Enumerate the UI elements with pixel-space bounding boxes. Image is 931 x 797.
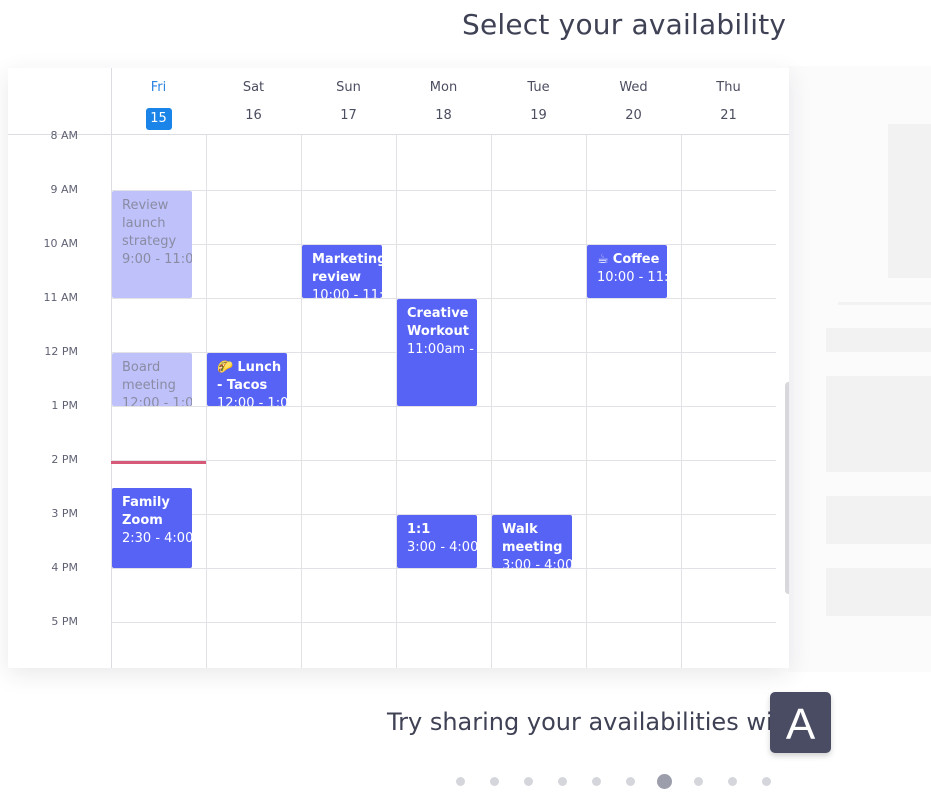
app-logo[interactable]: A bbox=[770, 692, 831, 753]
event-time: 10:00 - 11:00 bbox=[312, 288, 382, 298]
time-label: 5 PM bbox=[51, 615, 78, 628]
event-title: Creative Workout bbox=[407, 306, 469, 339]
today-badge: 15 bbox=[145, 108, 172, 130]
week-calendar: Fri 15 Sat 16 Sun 17 Mon 18 Tue 19 Wed 20 Thu 21 8 AM 9… bbox=[8, 68, 789, 668]
event-emoji-icon: ☕ bbox=[597, 252, 613, 267]
day-name: Fri bbox=[150, 80, 167, 95]
hour-gridline bbox=[111, 190, 776, 191]
event-time: 3:00 - 4:00 bbox=[407, 540, 477, 555]
day-number: 18 bbox=[435, 108, 452, 123]
current-time-indicator bbox=[111, 461, 206, 464]
pagination-dot[interactable] bbox=[489, 777, 499, 786]
event-title: 1:1 bbox=[407, 522, 431, 537]
event-time: 9:00 - 11:00 bbox=[122, 252, 192, 267]
day-column-divider bbox=[586, 134, 587, 668]
page-title: Select your availability bbox=[462, 8, 787, 41]
event-title: Marketing review bbox=[312, 252, 382, 285]
day-header-sat[interactable]: Sat 16 bbox=[206, 68, 301, 136]
calendar-event[interactable]: Family Zoom 2:30 - 4:00 bbox=[112, 488, 192, 568]
pagination-dot[interactable] bbox=[523, 777, 533, 786]
event-time: 2:30 - 4:00 bbox=[122, 531, 192, 546]
calendar-scrollbar[interactable] bbox=[785, 382, 789, 594]
time-label: 12 PM bbox=[44, 345, 78, 358]
pagination-dot[interactable] bbox=[727, 777, 737, 786]
day-column-divider bbox=[301, 134, 302, 668]
pagination-dots bbox=[0, 774, 931, 790]
day-header-fri[interactable]: Fri 15 bbox=[111, 68, 206, 136]
day-name: Sat bbox=[242, 80, 265, 95]
day-name: Thu bbox=[716, 80, 741, 95]
calendar-event[interactable]: 🌮 Lunch - Tacos12:00 - 1:00 bbox=[207, 353, 287, 406]
day-number: 19 bbox=[530, 108, 547, 123]
event-emoji-icon: 🌮 bbox=[217, 360, 238, 375]
time-label: 1 PM bbox=[51, 399, 78, 412]
day-name: Mon bbox=[429, 80, 458, 95]
day-column-divider bbox=[491, 134, 492, 668]
day-column-divider bbox=[681, 134, 682, 668]
event-time: 12:00 - 1:00 bbox=[122, 396, 192, 406]
pagination-dot[interactable] bbox=[693, 777, 703, 786]
day-header-wed[interactable]: Wed 20 bbox=[586, 68, 681, 136]
calendar-event[interactable]: Creative Workout 11:00am - 1:00pm bbox=[397, 299, 477, 406]
day-number: 15 bbox=[111, 108, 206, 130]
calendar-event[interactable]: Review launch strategy 9:00 - 11:00 bbox=[112, 191, 192, 298]
calendar-event[interactable]: ☕ Coffee 10:00 - 11:00 bbox=[587, 245, 667, 298]
pagination-dot-active[interactable] bbox=[656, 774, 672, 789]
event-time: 12:00 - 1:00 bbox=[217, 396, 287, 406]
calendar-event[interactable]: Walk meeting 3:00 - 4:00 bbox=[492, 515, 572, 568]
hour-gridline bbox=[111, 568, 776, 569]
share-prompt: Try sharing your availabilities with bbox=[387, 708, 798, 736]
event-title: Family Zoom bbox=[122, 495, 170, 528]
calendar-event[interactable]: 1:1 3:00 - 4:00 bbox=[397, 515, 477, 568]
day-number: 21 bbox=[720, 108, 737, 123]
event-time: 11:00am - 1:00pm bbox=[407, 342, 477, 357]
day-number: 17 bbox=[340, 108, 357, 123]
day-header-mon[interactable]: Mon 18 bbox=[396, 68, 491, 136]
event-time: 3:00 - 4:00 bbox=[502, 558, 572, 568]
hour-gridline bbox=[111, 244, 776, 245]
day-number: 20 bbox=[625, 108, 642, 123]
time-label: 3 PM bbox=[51, 507, 78, 520]
background-panel bbox=[788, 66, 931, 672]
day-header-sun[interactable]: Sun 17 bbox=[301, 68, 396, 136]
event-title: Walk meeting bbox=[502, 522, 563, 555]
day-header-thu[interactable]: Thu 21 bbox=[681, 68, 776, 136]
day-number: 16 bbox=[245, 108, 262, 123]
day-name: Wed bbox=[619, 80, 648, 95]
hour-gridline bbox=[111, 622, 776, 623]
time-label: 9 AM bbox=[50, 183, 78, 196]
pagination-dot[interactable] bbox=[557, 777, 567, 786]
day-header-tue[interactable]: Tue 19 bbox=[491, 68, 586, 136]
hour-gridline bbox=[111, 460, 776, 461]
time-label: 10 AM bbox=[43, 237, 78, 250]
pagination-dot[interactable] bbox=[455, 777, 465, 786]
hour-gridline bbox=[111, 406, 776, 407]
day-name: Sun bbox=[336, 80, 361, 95]
time-label: 8 AM bbox=[50, 129, 78, 142]
event-time: 10:00 - 11:00 bbox=[597, 270, 667, 285]
day-name: Tue bbox=[527, 80, 550, 95]
time-label: 4 PM bbox=[51, 561, 78, 574]
event-title: Board meeting bbox=[122, 360, 176, 393]
pagination-dot[interactable] bbox=[591, 777, 601, 786]
calendar-event[interactable]: Marketing review 10:00 - 11:00 bbox=[302, 245, 382, 298]
calendar-event[interactable]: Board meeting 12:00 - 1:00 bbox=[112, 353, 192, 406]
time-label: 2 PM bbox=[51, 453, 78, 466]
pagination-dot[interactable] bbox=[761, 777, 771, 786]
event-title: Coffee bbox=[612, 252, 660, 267]
pagination-dot[interactable] bbox=[625, 777, 635, 786]
time-label: 11 AM bbox=[43, 291, 78, 304]
event-title: Review launch strategy bbox=[122, 198, 177, 249]
